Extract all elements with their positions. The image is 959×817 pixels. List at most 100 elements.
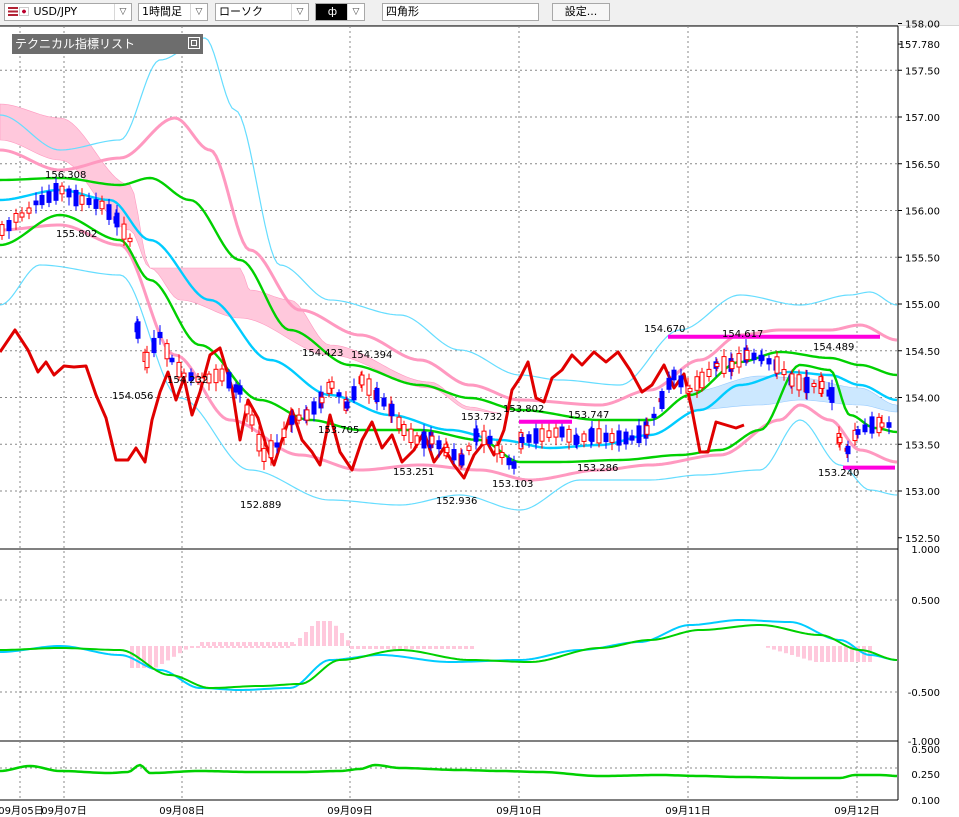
candle-bearish (629, 435, 635, 441)
candle-bullish (736, 353, 742, 368)
indicator-list-panel[interactable]: テクニカル指標リスト (12, 34, 203, 54)
histogram-bar (334, 625, 338, 646)
candle-bullish (581, 433, 587, 442)
candle-bearish (226, 372, 232, 389)
candle-bearish (511, 461, 517, 469)
candle-bullish (244, 404, 250, 415)
price-annotation: 154.394 (351, 350, 392, 361)
candle-bearish (169, 357, 175, 363)
candle-bullish (721, 356, 727, 374)
candle-bearish (559, 426, 565, 438)
candle-bullish (59, 185, 65, 195)
candle-bearish (574, 436, 580, 444)
histogram-bar (236, 642, 240, 646)
candle-bearish (351, 386, 357, 401)
candle-bearish (381, 397, 387, 407)
candle-bullish (789, 373, 795, 387)
candle-bullish (414, 435, 420, 445)
histogram-bar (290, 642, 294, 646)
candle-bullish (644, 425, 650, 435)
osc-tick-label: 0.500 (911, 596, 940, 607)
candle-bearish (603, 432, 609, 443)
histogram-bar (286, 646, 290, 648)
candle-bullish (694, 376, 700, 391)
histogram-bar (428, 646, 432, 649)
candle-bullish (687, 387, 693, 393)
histogram-bar (238, 646, 242, 648)
date-tick-label: 09月11日 (665, 805, 710, 817)
histogram-bar (310, 626, 314, 646)
candle-bearish (759, 355, 765, 361)
histogram-bar (250, 646, 254, 648)
date-tick-label: 09月08日 (159, 805, 204, 817)
candle-bearish (73, 189, 79, 207)
price-annotation: 154.489 (813, 342, 854, 353)
price-annotation: 153.286 (577, 463, 618, 474)
date-tick-label: 09月05日 (0, 805, 44, 817)
histogram-bar (178, 646, 182, 654)
price-tick-label: 156.00 (905, 207, 940, 218)
candle-bearish (451, 449, 457, 461)
histogram-bar (190, 646, 194, 648)
candle-bullish (219, 368, 225, 382)
candle-bullish (539, 428, 545, 442)
histogram-bar (328, 621, 332, 646)
candle-bearish (39, 194, 45, 206)
price-annotation: 156.308 (45, 170, 86, 181)
histogram-bar (172, 646, 176, 657)
histogram-bar (256, 646, 260, 648)
indicator-list-title: テクニカル指標リスト (15, 37, 136, 51)
candle-bullish (256, 433, 262, 452)
histogram-bar (262, 646, 266, 648)
histogram-bar (254, 642, 258, 646)
histogram-bar (452, 646, 456, 649)
histogram-bar (808, 646, 812, 661)
candle-bullish (79, 195, 85, 205)
histogram-bar (224, 642, 228, 646)
price-annotation: 153.103 (492, 479, 533, 490)
histogram-bar (248, 642, 252, 646)
histogram-bar (346, 640, 350, 646)
candle-bullish (0, 224, 5, 236)
histogram-bar (212, 642, 216, 646)
histogram-bar (392, 646, 396, 649)
candle-bearish (519, 436, 525, 444)
candle-bullish (494, 445, 500, 455)
candle-bearish (869, 416, 875, 434)
vol-tick-label: 0.250 (911, 770, 940, 781)
price-annotation: 153.747 (568, 410, 609, 421)
candle-bullish (213, 368, 219, 384)
candle-bearish (53, 183, 59, 201)
price-tick-label: 158.00 (905, 20, 940, 31)
candle-bullish (729, 360, 735, 370)
candle-bearish (374, 387, 380, 403)
candle-bullish (19, 212, 25, 218)
price-annotation: 153.240 (818, 468, 859, 479)
candle-bullish (304, 409, 310, 421)
price-tick-label: 157.780 (899, 40, 940, 51)
candle-bearish (845, 445, 851, 455)
candle-bullish (144, 351, 150, 369)
candle-bearish (766, 358, 772, 365)
candle-bullish (706, 368, 712, 378)
candle-bearish (623, 431, 629, 445)
histogram-bar (814, 646, 818, 662)
candle-bearish (233, 384, 239, 393)
candle-bullish (127, 237, 133, 243)
histogram-bar (208, 646, 212, 648)
restore-window-icon[interactable] (188, 37, 200, 49)
histogram-bar (202, 646, 206, 648)
candle-bullish (499, 451, 505, 459)
histogram-bar (242, 642, 246, 646)
candle-bearish (106, 204, 112, 220)
histogram-bar (278, 642, 282, 646)
chart-canvas[interactable]: 156.308 155.802 154.056 154.232 152.889 154.4… (0, 0, 959, 817)
candle-bullish (261, 448, 267, 462)
candle-bullish (319, 396, 325, 404)
osc-tick-label: -0.500 (908, 688, 940, 699)
histogram-bar (226, 646, 230, 648)
histogram-bar (304, 632, 308, 646)
candle-bullish (164, 343, 170, 360)
histogram-bar (458, 646, 462, 649)
candle-bullish (408, 428, 414, 444)
